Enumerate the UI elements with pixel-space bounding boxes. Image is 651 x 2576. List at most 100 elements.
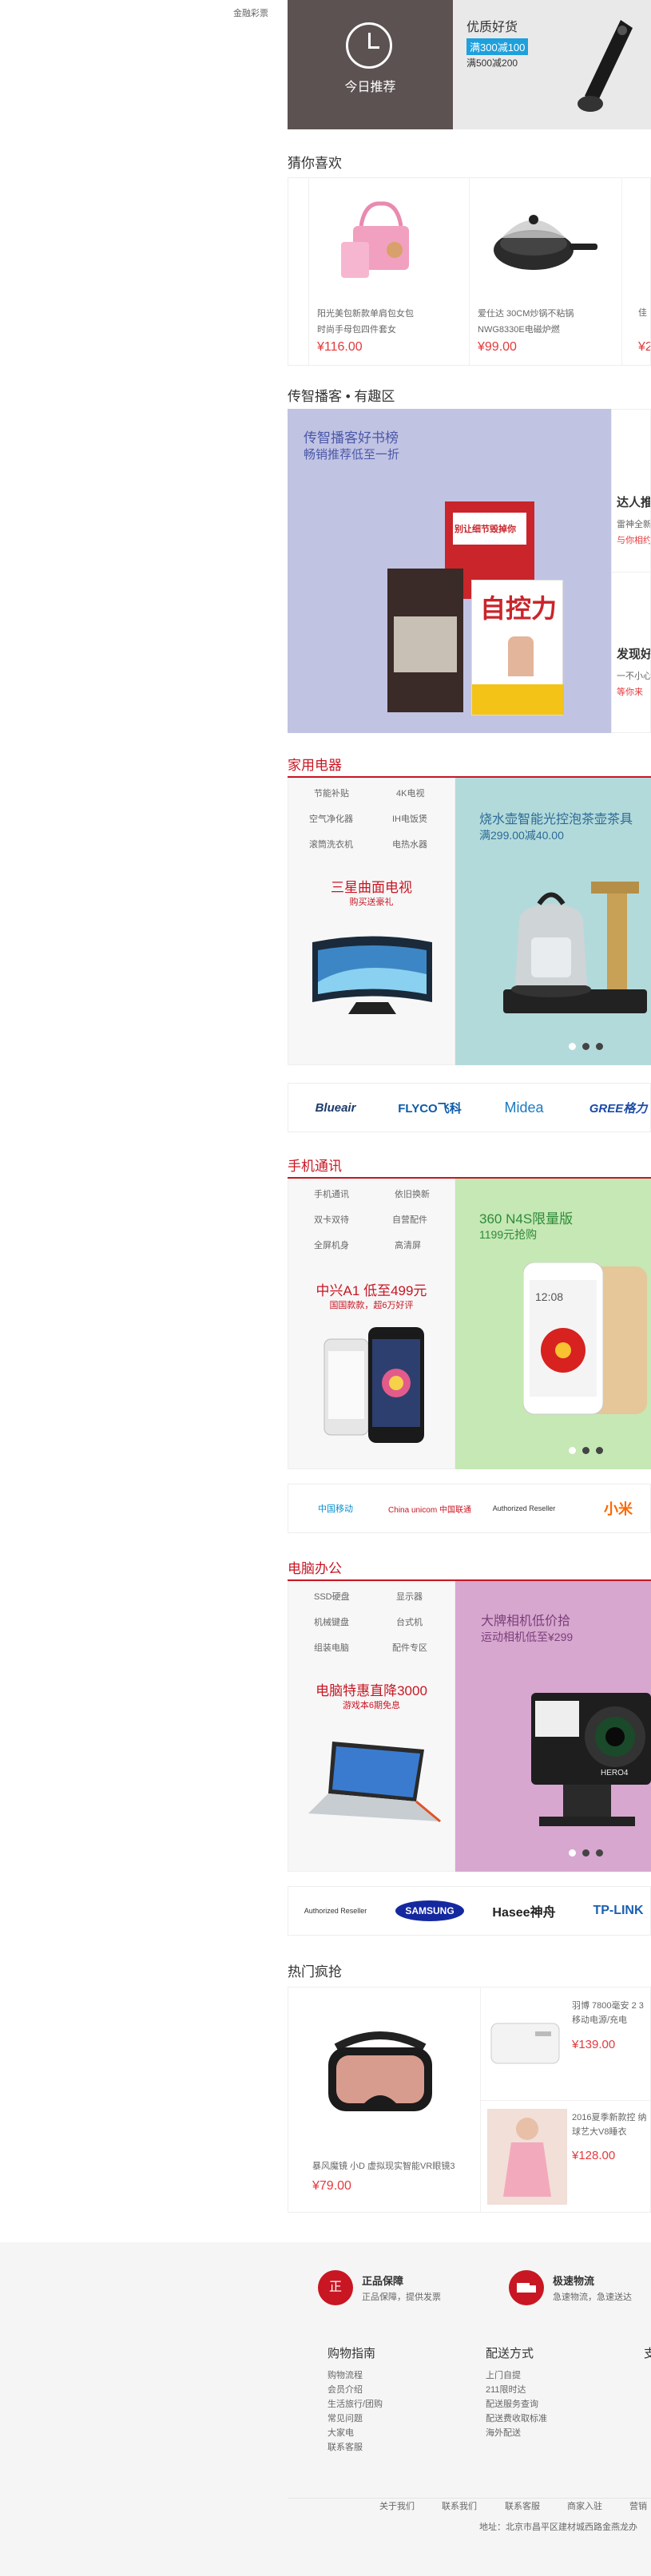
carousel-dot[interactable]	[582, 1043, 589, 1050]
banner-title: 360 N4S限量版	[479, 1211, 574, 1227]
carousel-dot[interactable]	[596, 1849, 603, 1857]
guarantee-icon: 正	[318, 2270, 353, 2305]
books-banner-sub: 畅销推荐低至一折	[304, 448, 400, 462]
item-name: 2016夏季新款控 纳球艺大V8睡衣	[572, 2113, 647, 2137]
item-name: 爱仕达 30CM炒锅不粘锅NWG8330E电磁炉燃	[478, 309, 574, 335]
footer-link[interactable]: 生活旅行/团购	[327, 2397, 383, 2410]
list-item[interactable]: 爱仕达 30CM炒锅不粘锅NWG8330E电磁炉燃 ¥99.00	[470, 178, 621, 365]
computers-left-panel: SSD硬盘 显示器 机械键盘 台式机 组装电脑 配件专区 电脑特惠直降3000 …	[288, 1581, 455, 1872]
list-item[interactable]: 佳 ¥2	[622, 178, 650, 365]
book-cover: 自控力	[471, 580, 564, 715]
item-price: ¥99.00	[478, 340, 517, 354]
brand-logo[interactable]: Midea	[477, 1100, 571, 1116]
today-recommend-tile[interactable]: 今日推荐	[288, 0, 453, 129]
category-link[interactable]: 节能补贴	[314, 787, 349, 799]
promo-title[interactable]: 电脑特惠直降3000	[288, 1679, 455, 1699]
carousel-dot[interactable]	[582, 1447, 589, 1454]
category-link[interactable]: 显示器	[396, 1590, 423, 1603]
footer-link[interactable]: 大家电	[327, 2426, 354, 2439]
category-link[interactable]: 手机通讯	[314, 1187, 349, 1200]
category-link[interactable]: 4K电视	[396, 787, 424, 799]
footer-col-title: 购物指南	[327, 2347, 376, 2360]
footer-link[interactable]: 211限时达	[486, 2383, 526, 2396]
brand-logo[interactable]: 中国移动	[288, 1502, 383, 1515]
footer-link[interactable]: 上门自提	[486, 2368, 521, 2381]
side-note: 等你来	[617, 688, 643, 697]
category-link[interactable]: 依旧换新	[395, 1187, 430, 1200]
books-banner[interactable]: 传智播客好书榜 畅销推荐低至一折 别让细节毁掉你 自控力	[288, 409, 611, 733]
camera-banner[interactable]: 大牌相机低价拾 运动相机低至¥299 HERO4	[455, 1581, 651, 1872]
item-price: ¥2	[638, 340, 650, 354]
banner-title: 烧水壶智能光控泡茶壶茶具	[479, 813, 633, 826]
category-link[interactable]: SSD硬盘	[314, 1590, 350, 1603]
brand-logo[interactable]: FLYCO飞科	[383, 1100, 477, 1116]
computer-brands: Authorized Reseller SAMSUNG Hasee神舟 TP-L…	[288, 1886, 651, 1936]
promo-title[interactable]: 三星曲面电视	[288, 876, 455, 896]
wok-image	[494, 215, 597, 270]
carousel-dot[interactable]	[582, 1849, 589, 1857]
footer-link[interactable]: 购物流程	[327, 2368, 363, 2381]
footer-link[interactable]: 常见问题	[327, 2412, 363, 2424]
bottom-link[interactable]: 商家入驻	[567, 2499, 602, 2512]
handbag-image	[341, 201, 409, 278]
carousel-dots[interactable]	[569, 1849, 603, 1857]
category-link[interactable]: 电热水器	[392, 838, 427, 850]
category-link[interactable]: 高清屏	[395, 1238, 421, 1251]
books-section-title: 传智播客 • 有趣区	[288, 389, 395, 404]
promo-title[interactable]: 中兴A1 低至499元	[288, 1279, 455, 1299]
carousel-dot[interactable]	[569, 1447, 576, 1454]
category-link[interactable]: 机械键盘	[314, 1615, 349, 1628]
category-link[interactable]: 滚筒洗衣机	[309, 838, 353, 850]
carousel-dots[interactable]	[569, 1043, 603, 1050]
brand-logo[interactable]: Authorized Reseller	[288, 1907, 383, 1915]
bottom-link[interactable]: 营销	[629, 2499, 647, 2512]
footer-link[interactable]: 联系客服	[327, 2440, 363, 2453]
category-link[interactable]: 组装电脑	[314, 1641, 349, 1654]
carousel-dots[interactable]	[569, 1447, 603, 1454]
hot-main-item[interactable]: 暴风魔镜 小D 虚拟现实智能VR眼镜3 ¥79.00	[288, 1987, 480, 2212]
item-name: 暴风魔镜 小D 虚拟现实智能VR眼镜3	[312, 2162, 455, 2171]
brand-logo[interactable]: GREE格力	[571, 1100, 651, 1116]
footer-link[interactable]: 配送服务查询	[486, 2397, 538, 2410]
bottom-link[interactable]: 联系客服	[505, 2499, 540, 2512]
offer-sub: 满500减200	[466, 57, 518, 69]
hot-side-item[interactable]: 羽博 7800毫安 2 3 移动电源/充电 ¥139.00	[481, 1987, 650, 2100]
category-link[interactable]: 台式机	[396, 1615, 423, 1628]
footer-link[interactable]: 海外配送	[486, 2426, 521, 2439]
category-link[interactable]: IH电饭煲	[392, 812, 427, 825]
item-name: 羽博 7800毫安 2 3 移动电源/充电	[572, 2001, 644, 2025]
carousel-dot[interactable]	[569, 1043, 576, 1050]
brand-logo[interactable]: TP-LINK	[571, 1904, 651, 1918]
list-item[interactable]: 阳光美包新款单肩包女包时尚手母包四件套女 ¥116.00	[309, 178, 469, 365]
kettle-banner[interactable]: 烧水壶智能光控泡茶壶茶具 满299.00减40.00	[455, 778, 651, 1065]
quality-goods-title: 优质好货	[466, 21, 518, 34]
brand-logo[interactable]: Blueair	[288, 1101, 383, 1115]
brand-logo[interactable]: Authorized Reseller	[477, 1504, 571, 1512]
finance-link[interactable]: 金融彩票	[233, 6, 268, 19]
camera-label: HERO4	[601, 1769, 629, 1777]
appliances-left-panel: 节能补贴 4K电视 空气净化器 IH电饭煲 滚筒洗衣机 电热水器 三星曲面电视 …	[288, 778, 455, 1065]
quality-goods-tile[interactable]: 优质好货 满300减100 满500减200	[453, 0, 651, 129]
phone-banner[interactable]: 360 N4S限量版 1199元抢购 12:08	[455, 1179, 651, 1469]
hot-side-item[interactable]: 2016夏季新款控 纳球艺大V8睡衣 ¥128.00	[481, 2101, 650, 2212]
banner-sub: 满299.00减40.00	[479, 829, 564, 842]
brand-logo[interactable]: China unicom 中国联通	[383, 1503, 477, 1515]
item-name: 佳	[638, 308, 647, 318]
category-link[interactable]: 空气净化器	[309, 812, 353, 825]
category-link[interactable]: 全屏机身	[314, 1238, 349, 1251]
carousel-dot[interactable]	[596, 1447, 603, 1454]
banner-sub: 运动相机低至¥299	[481, 1631, 574, 1643]
brand-logo[interactable]: SAMSUNG	[383, 1900, 477, 1921]
category-link[interactable]: 配件专区	[392, 1641, 427, 1654]
footer-link[interactable]: 会员介绍	[327, 2383, 363, 2396]
bottom-link[interactable]: 关于我们	[379, 2499, 415, 2512]
category-link[interactable]: 自营配件	[392, 1213, 427, 1226]
bottom-link[interactable]: 联系我们	[442, 2499, 477, 2512]
carousel-dot[interactable]	[569, 1849, 576, 1857]
carousel-dot[interactable]	[596, 1043, 603, 1050]
appliance-brands: Blueair FLYCO飞科 Midea GREE格力	[288, 1083, 651, 1132]
footer-link[interactable]: 配送费收取标准	[486, 2412, 547, 2424]
brand-logo[interactable]: Hasee神舟	[477, 1901, 571, 1920]
brand-logo[interactable]: 小米	[571, 1498, 651, 1519]
category-link[interactable]: 双卡双待	[314, 1213, 349, 1226]
